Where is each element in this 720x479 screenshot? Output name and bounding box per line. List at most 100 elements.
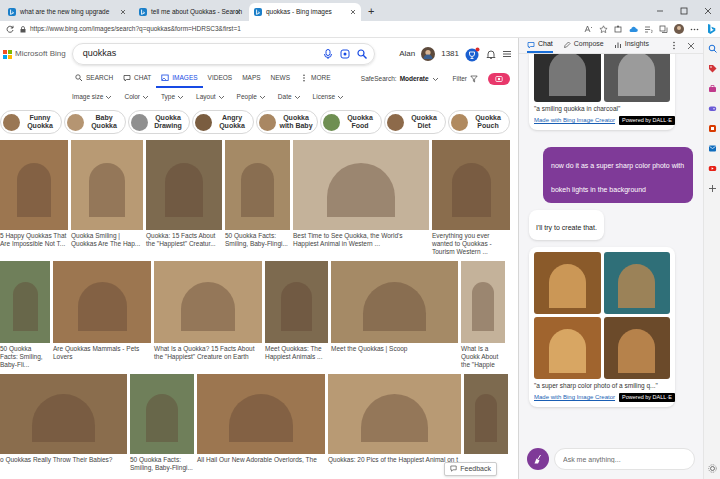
more-icon[interactable] <box>690 25 699 34</box>
rewards-points[interactable]: 1381 <box>441 48 459 60</box>
search-box[interactable]: quokkas <box>72 43 375 65</box>
sidebar-tab[interactable]: Insights <box>614 38 649 53</box>
image-caption[interactable]: 5 Happy Quokkas That Are Impossible Not … <box>0 232 68 248</box>
user-name[interactable]: Alan <box>399 48 415 60</box>
image-caption[interactable]: What Is a Quokka? 15 Facts About the "Ha… <box>154 345 262 361</box>
nav-item[interactable]: MORE <box>295 70 336 88</box>
address-bar[interactable]: https://www.bing.com/images/search?q=quo… <box>20 24 578 34</box>
creator-link[interactable]: Made with Bing Image Creator <box>534 116 615 125</box>
filter-button[interactable]: Filter <box>453 74 478 84</box>
result-image[interactable] <box>432 140 510 230</box>
notifications-bell-icon[interactable] <box>486 49 496 59</box>
bing-chat-icon[interactable] <box>705 23 717 35</box>
user-avatar-icon[interactable] <box>421 47 435 61</box>
creator-link[interactable]: Made with Bing Image Creator <box>534 393 615 402</box>
image-caption[interactable]: All Hail Our New Adorable Overlords, The <box>197 456 325 464</box>
filter-dropdown[interactable]: Image size <box>72 92 112 102</box>
generated-image[interactable] <box>604 317 671 379</box>
profile-avatar-icon[interactable] <box>674 24 684 34</box>
image-result[interactable]: o Quokkas Really Throw Their Babies? <box>0 374 127 464</box>
result-image[interactable] <box>0 140 68 230</box>
image-caption[interactable]: Meet the Quokkas | Scoop <box>331 345 458 353</box>
related-chip[interactable]: Quokka Pouch <box>448 110 510 134</box>
close-icon[interactable] <box>120 9 126 15</box>
result-image[interactable] <box>461 261 505 343</box>
games-icon[interactable] <box>708 104 717 113</box>
close-icon[interactable] <box>687 42 695 50</box>
related-chip[interactable]: Quokka Drawing <box>128 110 190 134</box>
reload-icon[interactable] <box>6 25 14 33</box>
sidebar-tab[interactable]: Chat <box>527 38 553 53</box>
image-result[interactable] <box>464 374 508 454</box>
generated-image[interactable] <box>534 317 601 379</box>
filter-dropdown[interactable]: License <box>313 92 344 102</box>
image-caption[interactable]: Quokka: 15 Facts About the "Happiest" Cr… <box>146 232 222 248</box>
result-image[interactable] <box>130 374 194 454</box>
menu-icon[interactable] <box>502 49 512 59</box>
browser-tab[interactable]: what are the new bing upgrade <box>3 3 131 21</box>
filter-dropdown[interactable]: Layout <box>196 92 225 102</box>
filter-dropdown[interactable]: Type <box>161 92 184 102</box>
read-aloud-icon[interactable] <box>584 25 593 34</box>
result-image[interactable] <box>328 374 461 454</box>
result-image[interactable] <box>464 374 508 454</box>
favorite-icon[interactable] <box>599 25 608 34</box>
safesearch-dropdown[interactable]: SafeSearch:Moderate <box>361 74 439 84</box>
image-result[interactable]: 50 Quokka Facts: Smiling, Baby-Flingi... <box>130 374 194 472</box>
image-result[interactable]: All Hail Our New Adorable Overlords, The <box>197 374 325 464</box>
result-image[interactable] <box>0 261 50 343</box>
image-result[interactable]: Quokkas: 20 Pics of the Happiest Animal … <box>328 374 461 464</box>
close-window-icon[interactable] <box>696 7 720 15</box>
result-image[interactable] <box>265 261 328 343</box>
rewards-trophy-icon[interactable] <box>465 47 480 62</box>
nav-item[interactable]: VIDEOS <box>203 70 238 88</box>
shopping-tag-icon[interactable] <box>708 64 717 73</box>
bing-logo[interactable]: Microsoft Bing <box>3 48 66 60</box>
image-caption[interactable]: Quokkas: 20 Pics of the Happiest Animal … <box>328 456 461 464</box>
nav-item[interactable]: CHAT <box>118 70 156 88</box>
image-result[interactable]: Meet the Quokkas | Scoop <box>331 261 458 353</box>
sidebar-settings-icon[interactable] <box>708 464 717 473</box>
related-chip[interactable]: Angry Quokka <box>192 110 254 134</box>
image-caption[interactable]: o Quokkas Really Throw Their Babies? <box>0 456 127 464</box>
filter-dropdown[interactable]: Date <box>278 92 301 102</box>
search-icon[interactable] <box>357 49 367 59</box>
sidebar-tab[interactable]: Compose <box>563 38 604 53</box>
generated-image[interactable] <box>534 54 601 102</box>
extensions-icon[interactable] <box>614 25 623 34</box>
image-result[interactable]: Meet Quokkas: The Happiest Animals ... <box>265 261 328 361</box>
related-chip[interactable]: Quokka with Baby <box>256 110 318 134</box>
result-image[interactable] <box>225 140 290 230</box>
filter-dropdown[interactable]: People <box>237 92 266 102</box>
result-image[interactable] <box>71 140 143 230</box>
image-caption[interactable]: Everything you ever wanted to Quokkas - … <box>432 232 510 256</box>
result-image[interactable] <box>154 261 262 343</box>
office-icon[interactable] <box>708 124 717 133</box>
image-result[interactable]: 5 Happy Quokkas That Are Impossible Not … <box>0 140 68 248</box>
youtube-icon[interactable] <box>708 164 717 173</box>
tools-icon[interactable] <box>708 84 717 93</box>
generated-image[interactable] <box>604 54 671 102</box>
nav-item[interactable]: SEARCH <box>70 70 118 88</box>
image-result[interactable]: Are Quokkas Mammals - Pets Lovers <box>53 261 151 361</box>
result-image[interactable] <box>197 374 325 454</box>
related-chip[interactable]: Quokka Diet <box>384 110 446 134</box>
nav-item[interactable]: NEWS <box>266 70 296 88</box>
image-caption[interactable]: 50 Quokka Facts: Smiling, Baby-Flingi... <box>130 456 194 472</box>
create-button-icon[interactable] <box>488 73 510 85</box>
close-icon[interactable] <box>235 9 241 15</box>
image-caption[interactable]: Quokka Smiling | Quokkas Are The Hap... <box>71 232 143 248</box>
generated-image[interactable] <box>534 252 601 314</box>
microphone-icon[interactable] <box>323 49 333 59</box>
add-icon[interactable] <box>708 184 717 193</box>
image-result[interactable]: Quokka Smiling | Quokkas Are The Hap... <box>71 140 143 248</box>
visual-search-icon[interactable] <box>340 49 350 59</box>
filter-dropdown[interactable]: Color <box>124 92 149 102</box>
generated-image[interactable] <box>604 252 671 314</box>
image-caption[interactable]: What Is a Quokk About the "Happie <box>461 345 505 369</box>
image-caption[interactable]: Meet Quokkas: The Happiest Animals ... <box>265 345 328 361</box>
close-icon[interactable] <box>350 9 356 15</box>
image-result[interactable]: What Is a Quokka? 15 Facts About the "Ha… <box>154 261 262 361</box>
image-caption[interactable]: Best Time to See Quokka, the World's Hap… <box>293 232 429 248</box>
image-result[interactable]: 50 Quokka Facts: Smiling, Baby-Fli... <box>0 261 50 369</box>
